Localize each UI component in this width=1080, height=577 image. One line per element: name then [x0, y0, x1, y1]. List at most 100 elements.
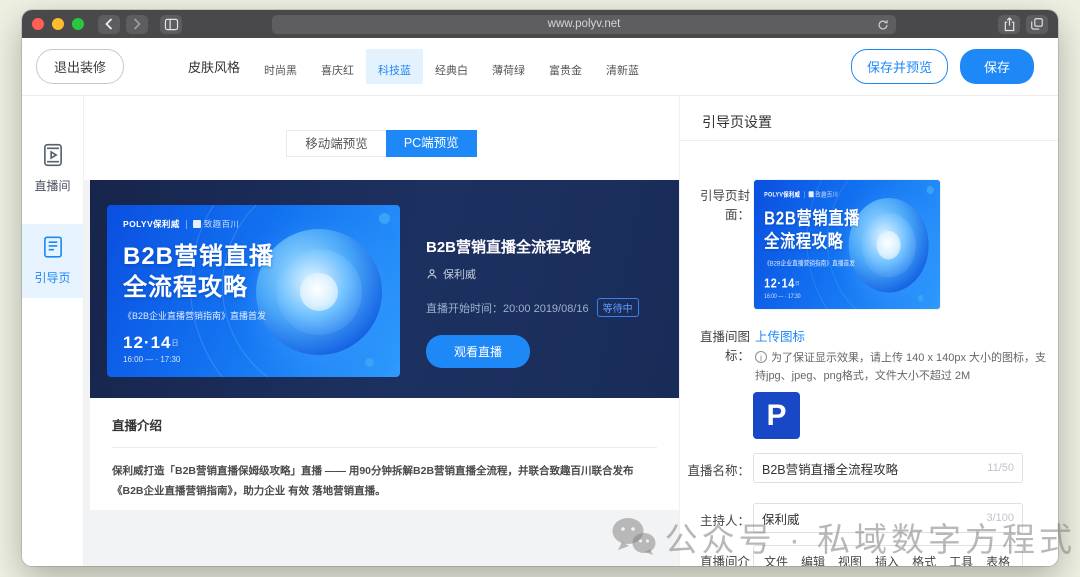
host-label: 主持人： [680, 510, 750, 529]
room-intro-label: 直播间介绍： [680, 551, 750, 566]
polyv-logo-text: POLYV保利威 [123, 218, 180, 230]
preview-mode-tabs: 移动端预览 PC端预览 [84, 130, 679, 157]
watch-live-button[interactable]: 观看直播 [426, 335, 530, 368]
room-icon-label: 直播间图标： [680, 326, 750, 364]
skin-option-green[interactable]: 薄荷绿 [480, 49, 537, 84]
save-button[interactable]: 保存 [960, 49, 1034, 84]
skin-name: 时尚黑 [252, 62, 309, 78]
live-intro-card: 直播介绍 保利威打造「B2B营销直播保姆级攻略」直播 —— 用90分钟拆解B2B… [90, 398, 679, 510]
tabs-overview-icon [1030, 17, 1044, 31]
intro-heading: 直播介绍 [112, 415, 657, 434]
skin-name: 喜庆红 [309, 62, 366, 78]
skin-option-white[interactable]: 经典白 [423, 49, 480, 84]
close-window-button[interactable] [32, 18, 44, 30]
skin-swatch-list: 时尚黑 喜庆红 科技蓝 经典白 薄荷绿 富贵金 [252, 49, 651, 84]
banner-title: B2B营销直播 全流程攻略 [123, 241, 274, 303]
glow-dot [379, 213, 390, 224]
guide-settings-panel: 引导页设置 引导页封面： POLYV保利威 致趣百川 [679, 96, 1058, 566]
intro-body: 保利威打造「B2B营销直播保姆级攻略」直播 —— 用90分钟拆解B2B营销直播全… [112, 462, 641, 502]
editor-menu-insert[interactable]: 插入 [875, 553, 899, 566]
cover-thumbnail-banner: POLYV保利威 致趣百川 B2B营销直播 全流程攻略 《B2B企业直播营销指南… [754, 180, 940, 309]
refresh-button[interactable] [877, 18, 889, 36]
skin-style-label: 皮肤风格 [188, 57, 240, 76]
left-sidebar: 直播间 引导页 [22, 96, 84, 566]
skin-option-tech-blue-selected[interactable]: 科技蓝 [366, 49, 423, 84]
guide-page-icon [40, 234, 66, 260]
editor-menu-view[interactable]: 视图 [838, 553, 862, 566]
decorate-toolbar: 退出装修 皮肤风格 时尚黑 喜庆红 科技蓝 经典白 薄荷绿 [22, 38, 1058, 96]
live-name-label: 直播名称： [680, 460, 750, 479]
chevron-left-icon [105, 18, 113, 30]
info-icon: i [755, 351, 767, 363]
guide-cover-thumbnail[interactable]: POLYV保利威 致趣百川 B2B营销直播 全流程攻略 《B2B企业直播营销指南… [754, 180, 940, 309]
live-room-icon [40, 142, 66, 168]
upload-icon-link[interactable]: 上传图标 [755, 326, 805, 345]
save-and-preview-button[interactable]: 保存并预览 [851, 49, 948, 84]
co-brand-logo-icon [193, 220, 201, 228]
room-icon-preview: P [753, 392, 800, 439]
share-icon [1003, 17, 1016, 32]
tab-mobile-preview[interactable]: 移动端预览 [286, 130, 386, 157]
forward-button[interactable] [126, 15, 148, 34]
skin-name: 科技蓝 [366, 62, 423, 78]
divider [680, 140, 1058, 141]
browser-titlebar: www.polyv.net [22, 10, 1058, 38]
editor-menu-table[interactable]: 表格 [986, 553, 1010, 566]
person-icon [426, 268, 438, 280]
show-tabs-button[interactable] [1026, 15, 1048, 34]
editor-menu-edit[interactable]: 编辑 [801, 553, 825, 566]
live-start-time-row: 直播开始时间：20:00 2019/08/16 等待中 [426, 298, 639, 317]
preview-area: 移动端预览 PC端预览 POLYV保利威 致趣百川 [84, 96, 679, 566]
disc-graphic [256, 229, 382, 355]
banner-date: 12·14日 [123, 333, 179, 353]
chevron-right-icon [133, 18, 141, 30]
divider [186, 220, 187, 229]
guide-page-stage: POLYV保利威 致趣百川 B2B营销直播 全流程攻略 《B2B企业直播营销指南… [90, 180, 679, 398]
back-button[interactable] [98, 15, 120, 34]
live-name-fieldbox: 11/50 [753, 453, 1023, 483]
sidebar-item-label: 引导页 [22, 269, 83, 286]
editor-menu-bar: 文件 编辑 视图 插入 格式 工具 表格 [754, 546, 1022, 566]
sidebar-item-live-room[interactable]: 直播间 [22, 132, 83, 206]
editor-menu-format[interactable]: 格式 [912, 553, 936, 566]
browser-window: www.polyv.net 退出装修 皮肤风格 时尚黑 喜庆红 [22, 10, 1058, 566]
skin-option-gold[interactable]: 富贵金 [537, 49, 594, 84]
cover-label: 引导页封面： [680, 185, 750, 223]
live-name-input[interactable] [762, 461, 981, 475]
skin-option-red[interactable]: 喜庆红 [309, 49, 366, 84]
editor-menu-file[interactable]: 文件 [764, 553, 788, 566]
banner-brand-row: POLYV保利威 致趣百川 [123, 218, 239, 230]
editor-menu-tools[interactable]: 工具 [949, 553, 973, 566]
skin-name: 富贵金 [537, 62, 594, 78]
divider [112, 447, 657, 448]
host-fieldbox: 3/100 [753, 503, 1023, 533]
page-content: 直播间 引导页 移动端预览 PC端预览 [22, 96, 1058, 566]
exit-decorate-button[interactable]: 退出装修 [36, 49, 124, 84]
live-host-row: 保利威 [426, 266, 639, 282]
status-badge: 等待中 [597, 298, 639, 317]
live-title: B2B营销直播全流程攻略 [426, 236, 639, 257]
tab-pc-preview[interactable]: PC端预览 [386, 130, 477, 157]
skin-name: 薄荷绿 [480, 62, 537, 78]
live-cover-banner: POLYV保利威 致趣百川 B2B营销直播 全流程攻略 《B2B企业直播营销指南… [107, 205, 400, 377]
skin-name: 清新蓝 [594, 62, 651, 78]
sidebar-toggle-icon [164, 18, 179, 31]
banner-time: 16:00 — · 17:30 [123, 355, 180, 364]
skin-option-black[interactable]: 时尚黑 [252, 49, 309, 84]
address-bar[interactable]: www.polyv.net [272, 15, 896, 34]
url-text: www.polyv.net [548, 18, 621, 30]
skin-option-fresh-blue[interactable]: 清新蓝 [594, 49, 651, 84]
live-name-counter: 11/50 [987, 462, 1014, 474]
share-button[interactable] [998, 15, 1020, 34]
glow-dot [365, 358, 374, 367]
panel-title: 引导页设置 [702, 112, 772, 132]
sidebar-toggle-button[interactable] [160, 15, 182, 34]
banner-subtitle: 《B2B企业直播营销指南》直播首发 [123, 309, 266, 322]
live-info-panel: B2B营销直播全流程攻略 保利威 直播开始时间：20:00 2019/08/16… [426, 180, 639, 398]
sidebar-item-guide-page[interactable]: 引导页 [22, 224, 83, 298]
minimize-window-button[interactable] [52, 18, 64, 30]
host-input[interactable] [762, 511, 980, 525]
fullscreen-window-button[interactable] [72, 18, 84, 30]
host-name: 保利威 [443, 266, 476, 282]
room-intro-editor[interactable]: 文件 编辑 视图 插入 格式 工具 表格 [753, 545, 1023, 566]
